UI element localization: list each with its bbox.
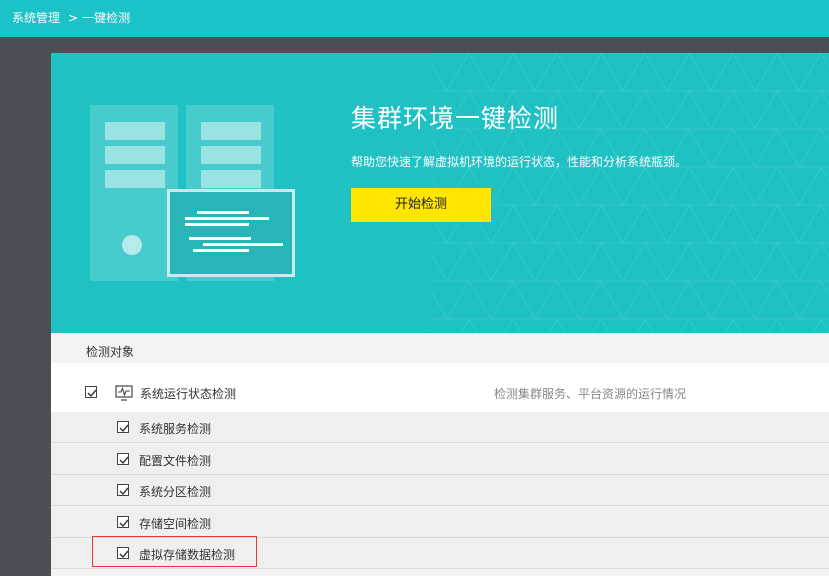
detection-objects-title: 检测对象	[86, 345, 135, 359]
check-icon	[119, 519, 129, 528]
sub-item-checkbox[interactable]	[117, 516, 129, 528]
breadcrumb: 系统管理 > 一键检测	[12, 9, 130, 26]
main-item-description: 检测集群服务、平台资源的运行情况	[494, 387, 687, 401]
hero-description: 帮助您快速了解虚拟机环境的运行状态，性能和分析系统瓶颈。	[351, 155, 688, 169]
highlight-box	[92, 536, 257, 567]
server-illustration-left	[90, 105, 178, 281]
top-bar: 系统管理 > 一键检测	[0, 0, 829, 37]
server-power-icon	[122, 235, 142, 255]
check-icon	[119, 487, 129, 496]
sub-item-system-service: 系统服务检测	[51, 412, 829, 443]
sub-item-checkbox[interactable]	[117, 421, 129, 433]
sub-item-label: 配置文件检测	[139, 454, 212, 468]
start-detection-button[interactable]: 开始检测	[351, 188, 491, 222]
breadcrumb-current: 一键检测	[82, 11, 131, 25]
code-monitor-icon	[167, 189, 295, 277]
main-item-label: 系统运行状态检测	[140, 387, 237, 401]
sub-item-checkbox[interactable]	[117, 453, 129, 465]
breadcrumb-root[interactable]: 系统管理	[12, 11, 60, 25]
check-icon	[87, 389, 97, 398]
sub-item-partition: 系统分区检测	[51, 475, 829, 506]
detection-panel: 集群环境一键检测 帮助您快速了解虚拟机环境的运行状态，性能和分析系统瓶颈。 开始…	[51, 53, 829, 576]
hero-title: 集群环境一键检测	[351, 104, 560, 133]
check-icon	[119, 456, 129, 465]
left-sidebar	[0, 37, 51, 576]
hero-banner: 集群环境一键检测 帮助您快速了解虚拟机环境的运行状态，性能和分析系统瓶颈。 开始…	[51, 53, 829, 333]
sub-item-label: 系统服务检测	[139, 422, 212, 436]
monitor-pulse-icon	[115, 385, 133, 401]
main-detection-item: 系统运行状态检测 检测集群服务、平台资源的运行情况	[51, 363, 829, 412]
sub-item-config-file: 配置文件检测	[51, 444, 829, 475]
main-item-checkbox[interactable]	[85, 386, 97, 398]
breadcrumb-separator: >	[68, 11, 79, 25]
sub-item-checkbox[interactable]	[117, 484, 129, 496]
check-icon	[119, 424, 129, 433]
sub-item-label: 系统分区检测	[139, 485, 212, 499]
sub-item-storage-space: 存储空间检测	[51, 507, 829, 538]
sub-item-label: 存储空间检测	[139, 517, 212, 531]
